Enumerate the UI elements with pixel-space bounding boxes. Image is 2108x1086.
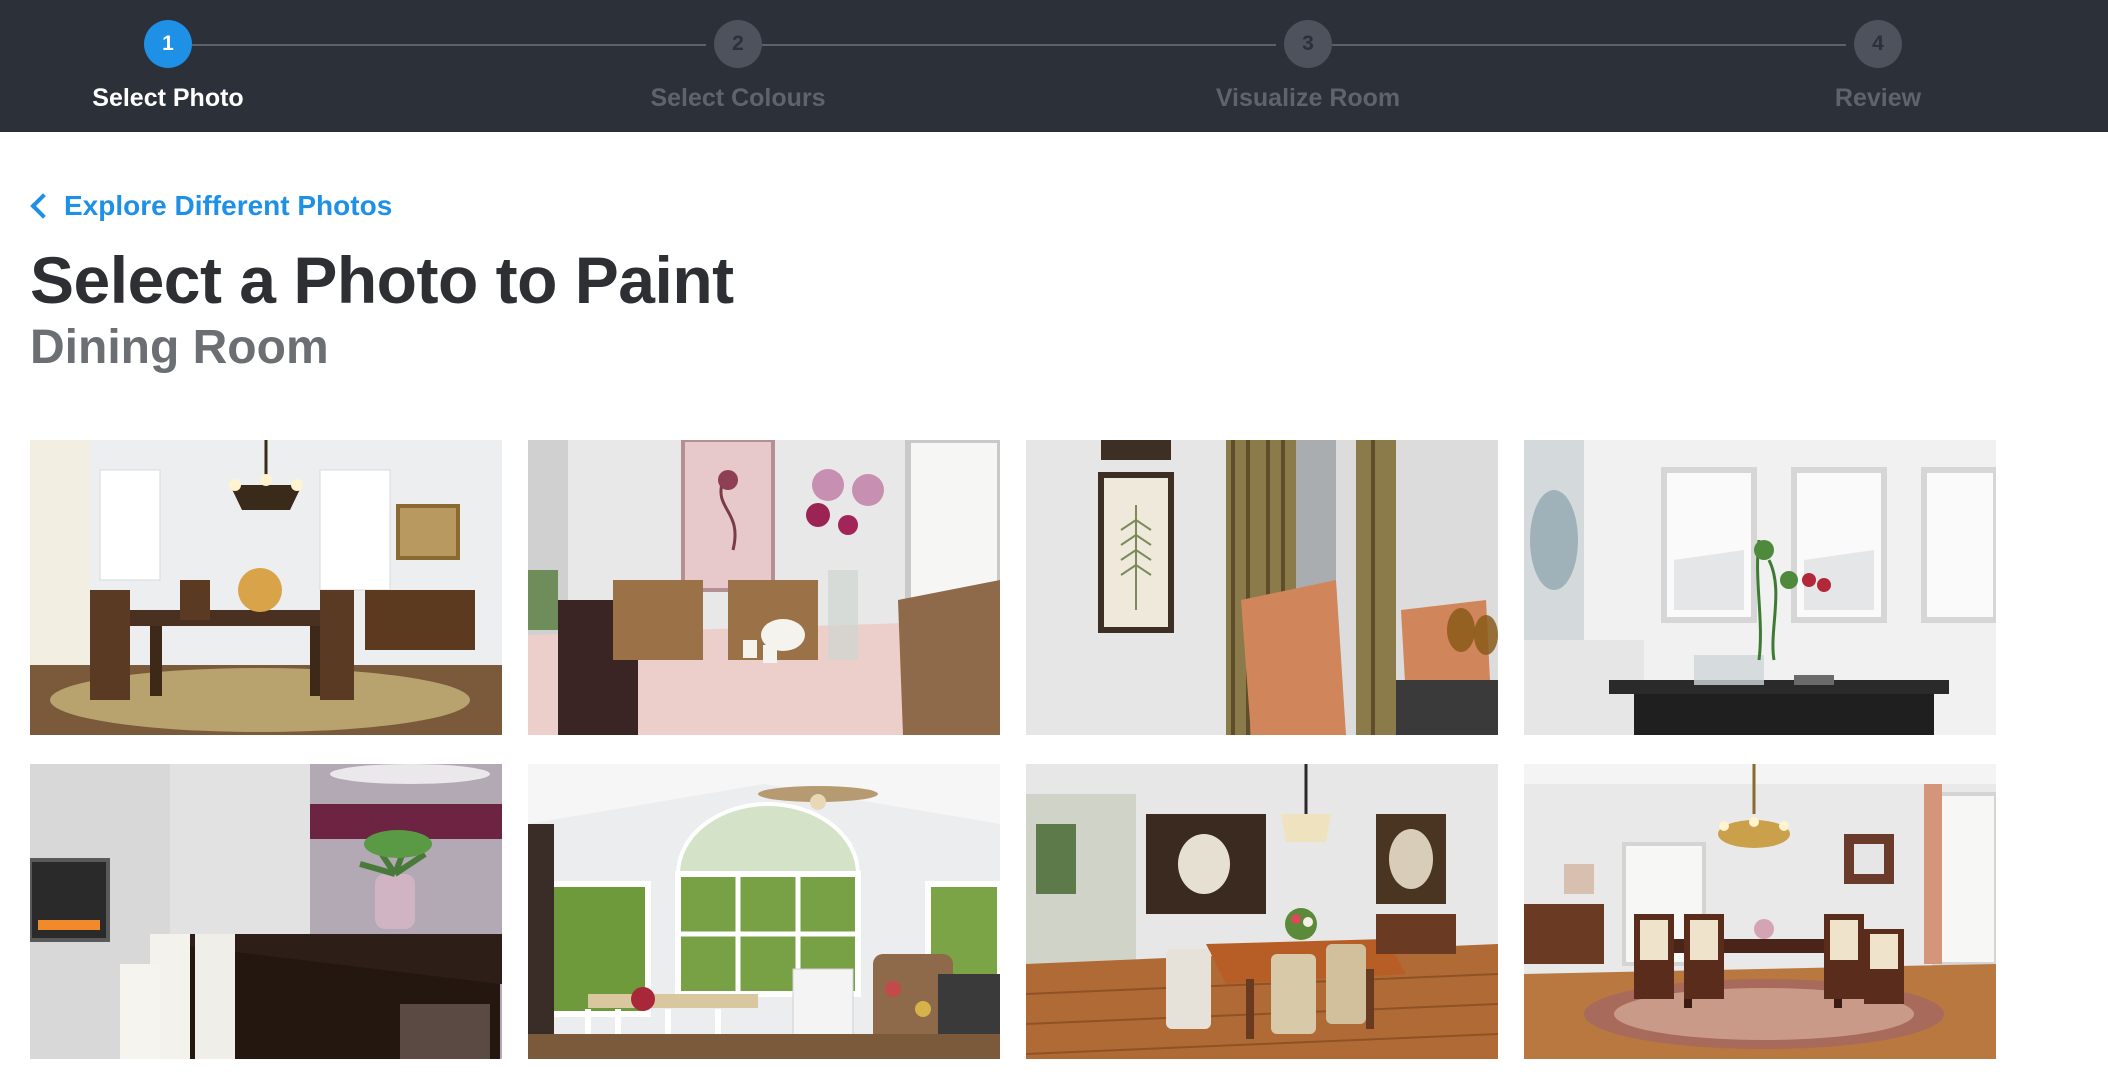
step-number-badge: 1 bbox=[144, 20, 192, 68]
dining-photo-4[interactable] bbox=[1524, 440, 1996, 735]
step-label: Select Colours bbox=[650, 84, 826, 112]
dining-photo-7[interactable] bbox=[1026, 764, 1498, 1059]
room-photo-image bbox=[30, 764, 502, 1059]
dining-photo-3[interactable] bbox=[1026, 440, 1498, 735]
dining-photo-2[interactable] bbox=[528, 440, 1000, 735]
room-photo-image bbox=[30, 440, 502, 735]
step-number-badge: 2 bbox=[714, 20, 762, 68]
step-label: Select Photo bbox=[92, 84, 244, 112]
room-type-subtitle: Dining Room bbox=[30, 321, 329, 374]
room-photo-image bbox=[1524, 764, 1996, 1059]
page-title: Select a Photo to Paint bbox=[30, 243, 734, 317]
step-review[interactable]: 4 Review bbox=[1728, 20, 2028, 113]
room-photo-image bbox=[1026, 440, 1498, 735]
photo-grid bbox=[30, 440, 1996, 1059]
dining-photo-8[interactable] bbox=[1524, 764, 1996, 1059]
step-number-badge: 4 bbox=[1854, 20, 1902, 68]
step-number-badge: 3 bbox=[1284, 20, 1332, 68]
step-visualize-room[interactable]: 3 Visualize Room bbox=[1158, 20, 1458, 113]
room-photo-image bbox=[1026, 764, 1498, 1059]
explore-different-photos-link[interactable]: Explore Different Photos bbox=[30, 190, 392, 222]
back-link-label: Explore Different Photos bbox=[64, 190, 393, 221]
step-label: Visualize Room bbox=[1215, 84, 1401, 112]
room-photo-image bbox=[528, 440, 1000, 735]
dining-photo-1[interactable] bbox=[30, 440, 502, 735]
progress-stepper: 1 Select Photo 2 Select Colours 3 Visual… bbox=[0, 0, 2108, 132]
room-photo-image bbox=[1524, 440, 1996, 735]
dining-photo-6[interactable] bbox=[528, 764, 1000, 1059]
room-photo-image bbox=[528, 764, 1000, 1059]
step-select-colours[interactable]: 2 Select Colours bbox=[588, 20, 888, 113]
step-select-photo[interactable]: 1 Select Photo bbox=[18, 20, 318, 113]
chevron-left-icon bbox=[30, 193, 56, 219]
dining-photo-5[interactable] bbox=[30, 764, 502, 1059]
step-label: Review bbox=[1834, 84, 1922, 112]
